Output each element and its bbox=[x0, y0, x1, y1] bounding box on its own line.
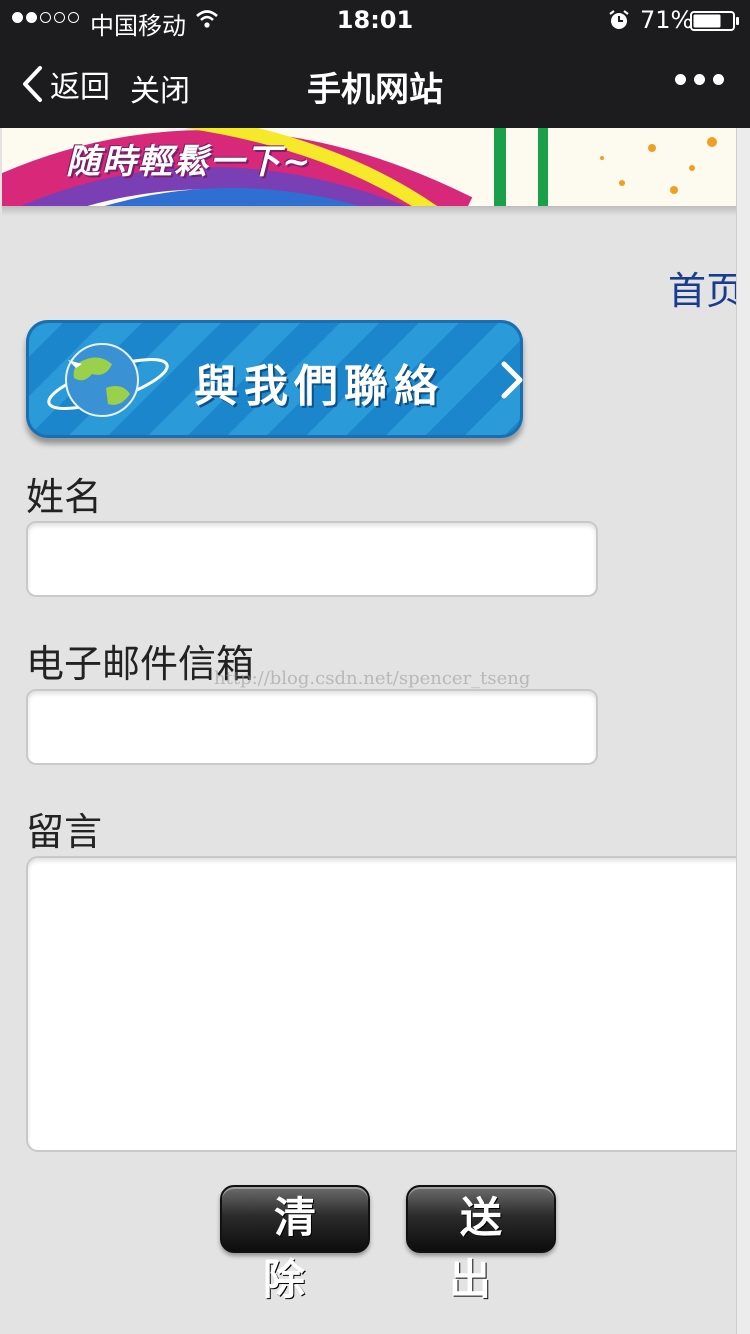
chevron-left-icon bbox=[23, 66, 42, 102]
header-banner-image: 随時輕鬆一下~ bbox=[2, 128, 736, 206]
contact-us-label: 與我們聯絡 bbox=[194, 361, 444, 412]
banner-divider bbox=[2, 206, 736, 216]
close-button[interactable]: 关闭 bbox=[130, 66, 190, 110]
battery-percentage: 71% bbox=[640, 6, 694, 34]
scroll-edge bbox=[736, 128, 750, 1334]
submit-button[interactable]: 送出 bbox=[406, 1185, 556, 1304]
more-options-icon[interactable] bbox=[675, 74, 724, 85]
back-button[interactable]: 返回 bbox=[20, 62, 110, 106]
globe-icon bbox=[47, 343, 169, 417]
name-label: 姓名 bbox=[26, 475, 103, 519]
nav-bar: 返回 关闭 手机网站 bbox=[0, 40, 750, 128]
banner-text: 随時輕鬆一下~ bbox=[66, 142, 313, 182]
contact-us-banner[interactable]: 與我們聯絡 bbox=[26, 320, 523, 438]
message-textarea[interactable] bbox=[26, 856, 750, 1152]
email-input[interactable] bbox=[26, 689, 598, 765]
battery-icon bbox=[690, 11, 739, 31]
status-time: 18:01 bbox=[336, 6, 414, 34]
alarm-clock-icon bbox=[609, 10, 629, 29]
page-title: 手机网站 bbox=[307, 70, 443, 110]
web-content: 随時輕鬆一下~ 首页 與我們聯絡 姓名 电子邮件信箱 http://blog.c… bbox=[0, 128, 750, 1334]
back-button-label: 返回 bbox=[50, 70, 110, 105]
message-label: 留言 bbox=[26, 810, 103, 854]
home-link[interactable]: 首页 bbox=[668, 260, 744, 315]
status-bar: 中国移动 18:01 71% bbox=[0, 0, 750, 40]
watermark: http://blog.csdn.net/spencer_tseng bbox=[214, 668, 531, 689]
name-input[interactable] bbox=[26, 521, 598, 597]
chevron-right-icon bbox=[501, 361, 523, 399]
clear-button[interactable]: 清除 bbox=[220, 1185, 370, 1304]
